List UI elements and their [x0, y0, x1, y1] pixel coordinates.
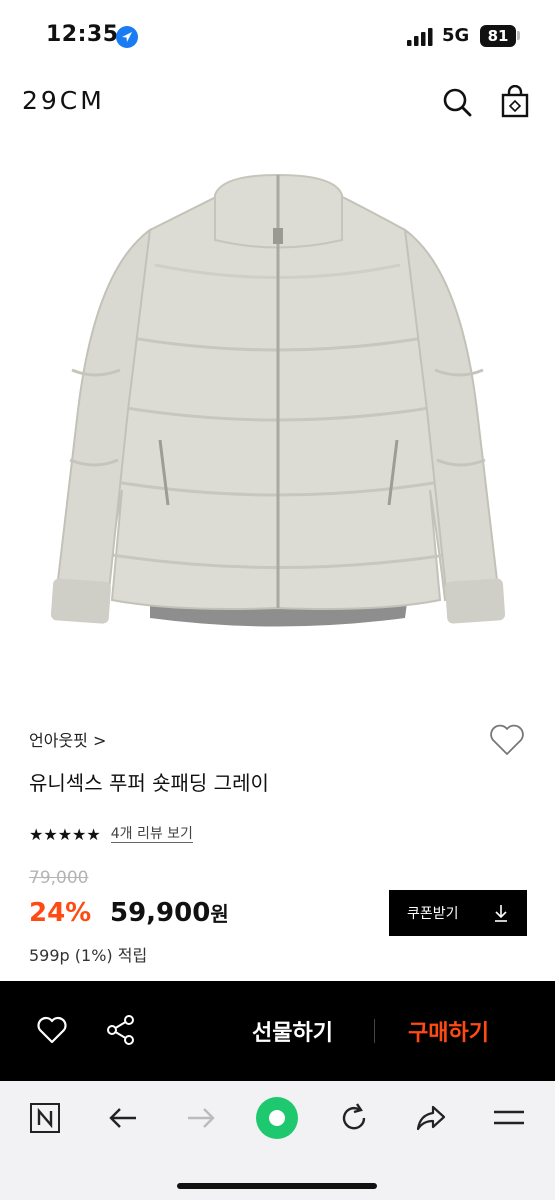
- network-label: 5G: [442, 25, 470, 46]
- sale-price-value: 59,900: [110, 898, 211, 928]
- discount-rate: 24%: [29, 898, 92, 928]
- battery-indicator: 81: [480, 25, 516, 47]
- search-icon[interactable]: [440, 85, 474, 119]
- signal-bars-icon: [407, 28, 433, 46]
- purchase-action-bar: 선물하기 구매하기: [0, 981, 555, 1081]
- location-arrow-icon: [116, 26, 138, 48]
- product-image[interactable]: [0, 160, 555, 680]
- download-icon: [495, 905, 507, 922]
- naver-green-button-icon[interactable]: [254, 1095, 300, 1141]
- product-name: 유니섹스 푸퍼 숏패딩 그레이: [29, 771, 269, 795]
- back-arrow-icon[interactable]: [106, 1101, 140, 1135]
- forward-arrow-icon[interactable]: [184, 1101, 218, 1135]
- original-price: 79,000: [29, 868, 89, 888]
- reload-icon[interactable]: [337, 1101, 371, 1135]
- review-link[interactable]: 4개 리뷰 보기: [110, 826, 193, 843]
- coupon-button[interactable]: 쿠폰받기: [389, 890, 527, 936]
- heart-icon[interactable]: [487, 720, 527, 758]
- site-logo[interactable]: 29CM: [22, 86, 105, 115]
- shopping-bag-icon[interactable]: [498, 85, 532, 119]
- menu-icon[interactable]: [492, 1101, 526, 1135]
- home-indicator: [177, 1183, 377, 1189]
- divider: [374, 1019, 375, 1043]
- rating-stars: ★★★★★: [29, 824, 101, 844]
- sale-price: 59,900원: [110, 898, 229, 928]
- status-bar: 12:35 5G 81: [0, 0, 555, 70]
- status-time: 12:35: [46, 22, 119, 47]
- share-arrow-icon[interactable]: [414, 1101, 448, 1135]
- battery-tip: [517, 31, 520, 40]
- currency-label: 원: [210, 902, 229, 926]
- heart-icon[interactable]: [35, 1013, 69, 1047]
- points-info: 599p (1%) 적립: [29, 946, 148, 965]
- brand-link[interactable]: 언아웃핏 >: [29, 727, 106, 751]
- gift-button[interactable]: 선물하기: [252, 1015, 333, 1047]
- naver-icon[interactable]: [28, 1101, 62, 1135]
- buy-button[interactable]: 구매하기: [408, 1015, 489, 1047]
- coupon-button-label: 쿠폰받기: [407, 906, 459, 922]
- share-icon[interactable]: [104, 1013, 138, 1047]
- rating-row: ★★★★★ 4개 리뷰 보기: [29, 824, 193, 844]
- app-header: 29CM: [0, 70, 555, 140]
